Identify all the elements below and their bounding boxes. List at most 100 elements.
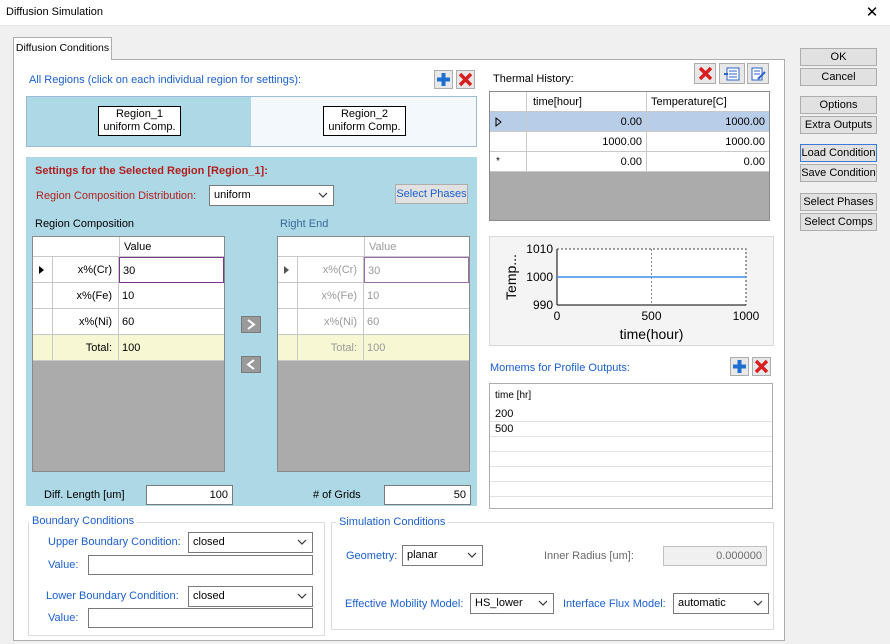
thermal-temp-cell[interactable]: 1000.00 <box>647 112 769 132</box>
close-icon[interactable]: ✕ <box>862 3 882 23</box>
right-end-value: 60 <box>364 309 469 335</box>
row-pointer-icon <box>284 266 289 274</box>
mobility-model-select[interactable]: HS_lower <box>470 593 554 614</box>
x-tick-label: 0 <box>554 309 561 323</box>
region-1-type: uniform Comp. <box>103 121 176 133</box>
flux-model-value: automatic <box>678 597 726 609</box>
copy-right-button[interactable] <box>241 316 261 333</box>
thermal-time-cell[interactable]: 0.00 <box>527 152 647 172</box>
cancel-button[interactable]: Cancel <box>800 68 877 86</box>
right-end-value: 30 <box>364 257 469 283</box>
list-item[interactable] <box>490 452 772 467</box>
lower-value-input[interactable] <box>88 608 313 628</box>
region-2-box[interactable]: Region_2 uniform Comp. <box>323 106 406 136</box>
table-row: x%(Fe) 10 <box>278 283 469 309</box>
upper-value-input[interactable] <box>88 555 313 575</box>
settings-title: Settings for the Selected Region [Region… <box>35 165 268 177</box>
comp-label: x%(Cr) <box>53 257 119 283</box>
region-2-type: uniform Comp. <box>328 121 401 133</box>
total-label: Total: <box>298 335 364 361</box>
region-1-name: Region_1 <box>115 108 164 120</box>
table-row[interactable]: x%(Cr) 30 <box>33 257 224 283</box>
table-row: x%(Cr) 30 <box>278 257 469 283</box>
thermal-time-cell[interactable]: 1000.00 <box>527 132 647 152</box>
comp-label: x%(Fe) <box>298 283 364 309</box>
value-header: Value <box>364 237 469 257</box>
lower-boundary-value: closed <box>193 590 225 602</box>
comp-value-input[interactable]: 60 <box>119 309 224 335</box>
temperature-chart-svg: 990 1000 1010 0 500 1000 time(hour) Temp... <box>503 242 760 342</box>
table-row[interactable]: x%(Fe) 10 <box>33 283 224 309</box>
edit-document-icon <box>751 67 766 80</box>
plus-icon <box>733 360 746 373</box>
boundary-conditions-title: Boundary Conditions <box>29 515 138 527</box>
geometry-value: planar <box>407 549 438 561</box>
delete-thermal-row-button[interactable] <box>694 63 716 84</box>
lower-value-label: Value: <box>48 612 79 624</box>
total-row: Total: 100 <box>33 335 224 361</box>
region-cell-2[interactable]: Region_2 uniform Comp. <box>251 97 476 146</box>
extra-outputs-button[interactable]: Extra Outputs <box>800 116 877 134</box>
diff-length-label: Diff. Length [um] <box>44 489 125 501</box>
thermal-history-label: Thermal History: <box>493 73 574 85</box>
col-header-time: time[hour] <box>527 92 647 112</box>
total-label: Total: <box>53 335 119 361</box>
table-row: x%(Ni) 60 <box>278 309 469 335</box>
upper-boundary-select[interactable]: closed <box>188 532 313 553</box>
options-button[interactable]: Options <box>800 96 877 114</box>
row-header[interactable] <box>490 132 527 152</box>
comp-value-input[interactable]: 30 <box>119 257 224 283</box>
window-titlebar <box>0 0 890 26</box>
chevron-down-icon <box>538 600 548 606</box>
list-item[interactable]: 500 <box>490 422 772 437</box>
regions-header: All Regions (click on each individual re… <box>29 74 302 86</box>
flux-model-select[interactable]: automatic <box>673 593 769 614</box>
region-1-box[interactable]: Region_1 uniform Comp. <box>98 106 181 136</box>
inner-radius-label: Inner Radius [um]: <box>544 550 634 562</box>
chevron-down-icon <box>753 600 763 606</box>
row-header-selected[interactable] <box>490 112 527 132</box>
total-row: Total: 100 <box>278 335 469 361</box>
import-thermal-button[interactable] <box>719 63 745 84</box>
comp-value-input[interactable]: 10 <box>119 283 224 309</box>
thermal-history-grid: time[hour] Temperature[C] 0.00 1000.00 1… <box>489 91 770 221</box>
new-row-header[interactable]: * <box>490 152 527 172</box>
list-item[interactable] <box>490 482 772 497</box>
red-x-icon <box>698 66 712 81</box>
thermal-temp-cell[interactable]: 0.00 <box>647 152 769 172</box>
list-item[interactable] <box>490 437 772 452</box>
geometry-select[interactable]: planar <box>402 545 483 566</box>
add-region-button[interactable] <box>434 70 453 89</box>
region-cell-1[interactable]: Region_1 uniform Comp. <box>27 97 251 146</box>
total-value: 100 <box>364 335 469 361</box>
list-item[interactable] <box>490 467 772 482</box>
save-condition-button[interactable]: Save Condition <box>800 164 877 182</box>
list-import-icon <box>724 67 740 80</box>
select-phases-region-button[interactable]: Select Phases <box>395 184 468 204</box>
add-moment-button[interactable] <box>730 357 749 376</box>
thermal-temp-cell[interactable]: 1000.00 <box>647 132 769 152</box>
load-condition-button[interactable]: Load Condition <box>800 144 877 162</box>
moments-label: Momems for Profile Outputs: <box>490 362 630 374</box>
diff-length-input[interactable]: 100 <box>146 485 233 505</box>
delete-region-button[interactable] <box>456 70 475 89</box>
table-row[interactable]: x%(Ni) 60 <box>33 309 224 335</box>
select-phases-button[interactable]: Select Phases <box>800 193 877 211</box>
row-pointer-icon <box>495 116 502 128</box>
tab-diffusion-conditions[interactable]: Diffusion Conditions <box>13 37 112 60</box>
lower-boundary-select[interactable]: closed <box>188 586 313 607</box>
copy-left-button[interactable] <box>241 356 261 373</box>
red-x-icon <box>458 72 473 87</box>
grid-header: Value <box>278 237 469 257</box>
thermal-time-cell[interactable]: 0.00 <box>527 112 647 132</box>
distribution-select[interactable]: uniform <box>209 185 334 206</box>
grids-input[interactable]: 50 <box>384 485 471 505</box>
upper-boundary-label: Upper Boundary Condition: <box>48 536 181 548</box>
list-item[interactable]: 200 <box>490 407 772 422</box>
select-comps-button[interactable]: Select Comps <box>800 213 877 231</box>
edit-thermal-button[interactable] <box>747 63 769 84</box>
ok-button[interactable]: OK <box>800 48 877 66</box>
y-axis-label: Temp... <box>503 254 519 300</box>
region-2-name: Region_2 <box>340 108 389 120</box>
delete-moment-button[interactable] <box>752 357 771 376</box>
